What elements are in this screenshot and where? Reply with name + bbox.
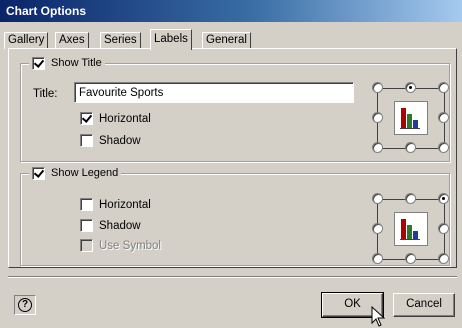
title-input[interactable]: Favourite Sports [74,82,354,103]
position-radio[interactable] [438,253,449,264]
tab-general[interactable]: General [202,32,251,49]
use-symbol-checkbox [80,239,93,252]
chart-preview-icon [394,101,428,135]
legend-shadow-checkbox[interactable] [80,219,93,232]
tab-axes[interactable]: Axes [55,32,89,49]
title-horizontal-checkbox[interactable] [80,112,93,125]
position-radio[interactable] [372,253,383,264]
position-radio[interactable] [438,82,449,93]
button-bar: ? OK Cancel [0,276,462,328]
position-radio[interactable] [405,253,416,264]
show-legend-label: Show Legend [51,167,119,179]
legend-shadow-label: Shadow [99,219,141,232]
position-radio[interactable] [372,112,383,123]
title-shadow-checkbox[interactable] [80,134,93,147]
position-radio[interactable] [372,223,383,234]
use-symbol-option: Use Symbol [80,239,161,252]
position-radio[interactable] [372,142,383,153]
show-title-label: Show Title [51,57,102,69]
position-radio[interactable] [372,82,383,93]
chart-preview-icon [394,212,428,246]
show-title-checkbox[interactable] [32,56,45,70]
position-radio-selected[interactable] [405,82,416,93]
legend-horizontal-option[interactable]: Horizontal [80,198,151,211]
position-radio[interactable] [438,112,449,123]
title-shadow-label: Shadow [99,134,141,147]
show-legend-option[interactable]: Show Legend [29,166,122,180]
use-symbol-label: Use Symbol [99,239,161,252]
title-horizontal-option[interactable]: Horizontal [80,112,151,125]
tab-series[interactable]: Series [100,32,141,49]
show-title-option[interactable]: Show Title [29,56,105,70]
title-horizontal-label: Horizontal [99,112,151,125]
tab-labels[interactable]: Labels [150,29,192,50]
window-title: Chart Options [0,0,462,22]
question-icon: ? [18,298,32,312]
title-shadow-option[interactable]: Shadow [80,134,141,147]
cancel-button[interactable]: Cancel [393,293,455,317]
help-button[interactable]: ? [14,295,36,315]
position-radio[interactable] [438,223,449,234]
position-radio[interactable] [405,142,416,153]
position-radio[interactable] [405,193,416,204]
legend-horizontal-checkbox[interactable] [80,198,93,211]
legend-shadow-option[interactable]: Shadow [80,219,141,232]
position-radio[interactable] [372,193,383,204]
tab-gallery[interactable]: Gallery [4,32,49,49]
position-radio-selected[interactable] [438,193,449,204]
position-radio[interactable] [438,142,449,153]
chart-options-dialog: Chart Options Gallery Axes Series Labels… [0,0,462,328]
mouse-pointer-icon [371,306,386,327]
legend-horizontal-label: Horizontal [99,198,151,211]
title-label: Title: [33,88,58,100]
show-legend-checkbox[interactable] [32,166,45,180]
